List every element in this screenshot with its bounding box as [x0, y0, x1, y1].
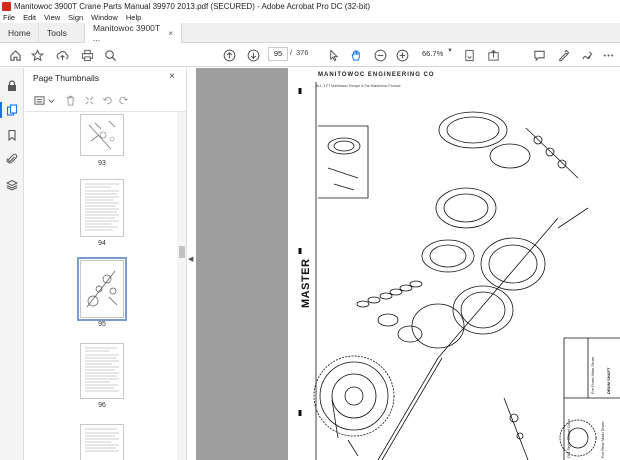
tab-close-icon[interactable]: ×	[168, 29, 173, 38]
page-total: 376	[296, 48, 309, 57]
menu-file[interactable]: File	[3, 13, 15, 22]
exploded-parts-diagram	[298, 82, 620, 460]
tab-bar: Home Tools Manitowoc 3900T ... ×	[0, 23, 620, 43]
menu-sign[interactable]: Sign	[68, 13, 83, 22]
comment-icon[interactable]	[532, 48, 546, 62]
delete-trash-icon[interactable]	[64, 94, 76, 106]
toolbar	[0, 43, 620, 67]
layers-icon[interactable]	[5, 178, 19, 192]
bookmark-star-icon[interactable]	[30, 48, 44, 62]
chevron-down-icon[interactable]: ▼	[447, 48, 453, 54]
document-viewer[interactable]: MANITOWOC ENGINEERING CO ALL 3 FT Manito…	[196, 68, 620, 460]
thumbnail-list: 93 94 95 96	[25, 112, 177, 460]
thumbnail-label: 95	[98, 321, 106, 328]
thumbnail-label: 93	[98, 160, 106, 167]
attachments-icon[interactable]	[5, 152, 19, 166]
acrobat-logo-icon	[2, 1, 11, 11]
thumbnail-options-icon[interactable]	[33, 94, 45, 106]
extract-pages-icon[interactable]	[83, 94, 95, 106]
page-number-input[interactable]: 95	[268, 47, 288, 61]
panel-title: Page Thumbnails	[33, 73, 99, 83]
navigation-rail	[0, 68, 24, 460]
next-page-icon[interactable]	[246, 48, 260, 62]
rail-active-indicator	[0, 102, 2, 118]
menu-window[interactable]: Window	[91, 13, 118, 22]
upload-cloud-icon[interactable]	[55, 48, 69, 62]
panel-toolbar	[31, 92, 181, 108]
thumbnail-page-95[interactable]	[77, 257, 127, 321]
window-title: Manitowoc 3900T Crane Parts Manual 39970…	[14, 1, 371, 11]
menu-view[interactable]: View	[44, 13, 60, 22]
document-page: MANITOWOC ENGINEERING CO ALL 3 FT Manito…	[288, 68, 620, 460]
chevron-down-icon[interactable]	[45, 94, 57, 106]
right-label-drum-shaft: DRUM SHAFT	[606, 367, 611, 394]
collapse-panel-icon[interactable]: ◀	[188, 255, 193, 263]
right-label-swivel-gear: Old Style Swivel Gear	[566, 419, 571, 458]
page-thumbnails-icon[interactable]	[5, 103, 19, 117]
search-icon[interactable]	[103, 48, 117, 62]
fill-sign-icon[interactable]	[580, 48, 594, 62]
select-cursor-icon[interactable]	[326, 48, 340, 62]
page-display-icon[interactable]	[462, 48, 476, 62]
tab-tools[interactable]: Tools	[38, 23, 84, 43]
menu-help[interactable]: Help	[126, 13, 141, 22]
tab-home[interactable]: Home	[0, 23, 38, 43]
previous-page-icon[interactable]	[222, 48, 236, 62]
thumbnail-page-96[interactable]	[80, 343, 124, 399]
highlight-pen-icon[interactable]	[556, 48, 570, 62]
scrollbar-thumb[interactable]	[179, 246, 185, 258]
zoom-in-icon[interactable]	[395, 48, 409, 62]
bookmarks-icon[interactable]	[5, 128, 19, 142]
tab-document[interactable]: Manitowoc 3900T ... ×	[84, 23, 182, 43]
zoom-out-icon[interactable]	[373, 48, 387, 62]
rotate-counterclockwise-icon[interactable]	[101, 94, 113, 106]
thumbnail-label: 96	[98, 402, 106, 409]
thumbnail-label: 94	[98, 240, 106, 247]
menu-bar: File Edit View Sign Window Help	[0, 12, 620, 23]
right-label-front-drum: For Front Main Drum	[590, 356, 595, 394]
tab-document-label: Manitowoc 3900T ...	[93, 23, 160, 43]
lock-icon[interactable]	[5, 79, 19, 93]
rotate-clockwise-icon[interactable]	[117, 94, 129, 106]
page-thumbnails-panel: Page Thumbnails × 93 94 95 96	[25, 68, 187, 460]
panel-scrollbar[interactable]	[177, 112, 186, 460]
home-icon[interactable]	[8, 48, 22, 62]
thumbnail-page-97[interactable]	[80, 424, 124, 460]
title-bar: Manitowoc 3900T Crane Parts Manual 39970…	[0, 0, 620, 12]
close-icon[interactable]: ×	[169, 71, 175, 82]
hand-tool-icon[interactable]	[349, 48, 363, 62]
thumbnail-page-93[interactable]	[80, 114, 124, 156]
print-icon[interactable]	[80, 48, 94, 62]
menu-edit[interactable]: Edit	[23, 13, 36, 22]
share-icon[interactable]	[486, 48, 500, 62]
more-tools-icon[interactable]	[601, 48, 615, 62]
page-separator: /	[290, 48, 293, 57]
thumbnail-page-94[interactable]	[80, 179, 124, 237]
right-label-rear-drum: For Rear Main Drum	[600, 421, 605, 458]
